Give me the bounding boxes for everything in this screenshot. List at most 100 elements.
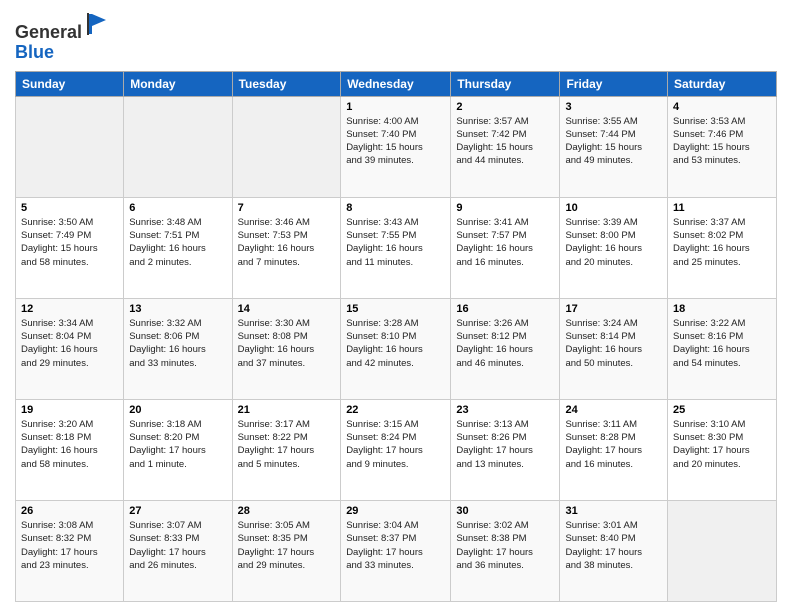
calendar-cell: 16Sunrise: 3:26 AMSunset: 8:12 PMDayligh…	[451, 298, 560, 399]
calendar-cell: 27 Sunrise: 3:07 AMSunset: 8:33 PMDayligh…	[124, 500, 232, 601]
day-info: Sunrise: 3:37 AMSunset: 8:02 PMDaylight:…	[673, 216, 771, 269]
day-number: 28	[238, 505, 336, 517]
day-number: 14	[238, 303, 336, 315]
day-number: 12	[21, 303, 118, 315]
calendar-cell: 21 Sunrise: 3:17 AMSunset: 8:22 PMDayligh…	[232, 399, 341, 500]
calendar-week-row: 26 Sunrise: 3:08 AMSunset: 8:32 PMDayligh…	[16, 500, 777, 601]
day-number: 13	[129, 303, 226, 315]
calendar-week-row: 5 Sunrise: 3:50 AMSunset: 7:49 PMDaylight…	[16, 197, 777, 298]
day-info: Sunrise: 3:48 AMSunset: 7:51 PMDaylight:…	[129, 216, 226, 269]
calendar-week-row: 12 Sunrise: 3:34 AMSunset: 8:04 PMDayligh…	[16, 298, 777, 399]
calendar-cell	[16, 96, 124, 197]
calendar-header-wednesday: Wednesday	[341, 71, 451, 96]
day-info: Sunrise: 4:00 AMSunset: 7:40 PMDaylight:…	[346, 115, 445, 168]
day-info: Sunrise: 3:07 AMSunset: 8:33 PMDaylight:…	[129, 519, 226, 572]
logo-blue-text: Blue	[15, 42, 54, 62]
day-info: Sunrise: 3:11 AMSunset: 8:28 PMDaylight:…	[565, 418, 662, 471]
day-info: Sunrise: 3:41 AMSunset: 7:57 PMDaylight:…	[456, 216, 554, 269]
day-info: Sunrise: 3:43 AMSunset: 7:55 PMDaylight:…	[346, 216, 445, 269]
calendar-cell: 5 Sunrise: 3:50 AMSunset: 7:49 PMDaylight…	[16, 197, 124, 298]
calendar-header-monday: Monday	[124, 71, 232, 96]
day-info: Sunrise: 3:01 AMSunset: 8:40 PMDaylight:…	[565, 519, 662, 572]
calendar-header-friday: Friday	[560, 71, 668, 96]
calendar-cell: 3 Sunrise: 3:55 AMSunset: 7:44 PMDaylight…	[560, 96, 668, 197]
day-info: Sunrise: 3:15 AMSunset: 8:24 PMDaylight:…	[346, 418, 445, 471]
day-info: Sunrise: 3:28 AMSunset: 8:10 PMDaylight:…	[346, 317, 445, 370]
day-info: Sunrise: 3:32 AMSunset: 8:06 PMDaylight:…	[129, 317, 226, 370]
day-number: 31	[565, 505, 662, 517]
day-info: Sunrise: 3:17 AMSunset: 8:22 PMDaylight:…	[238, 418, 336, 471]
day-number: 29	[346, 505, 445, 517]
logo: General Blue	[15, 10, 112, 63]
day-info: Sunrise: 3:18 AMSunset: 8:20 PMDaylight:…	[129, 418, 226, 471]
day-info: Sunrise: 3:24 AMSunset: 8:14 PMDaylight:…	[565, 317, 662, 370]
day-info: Sunrise: 3:08 AMSunset: 8:32 PMDaylight:…	[21, 519, 118, 572]
day-number: 26	[21, 505, 118, 517]
day-number: 7	[238, 202, 336, 214]
logo-flag-icon	[84, 10, 112, 38]
day-number: 25	[673, 404, 771, 416]
day-info: Sunrise: 3:50 AMSunset: 7:49 PMDaylight:…	[21, 216, 118, 269]
day-number: 18	[673, 303, 771, 315]
day-number: 9	[456, 202, 554, 214]
calendar-week-row: 1 Sunrise: 4:00 AMSunset: 7:40 PMDaylight…	[16, 96, 777, 197]
day-number: 5	[21, 202, 118, 214]
day-number: 10	[565, 202, 662, 214]
day-number: 1	[346, 101, 445, 113]
day-info: Sunrise: 3:57 AMSunset: 7:42 PMDaylight:…	[456, 115, 554, 168]
day-number: 4	[673, 101, 771, 113]
day-info: Sunrise: 3:13 AMSunset: 8:26 PMDaylight:…	[456, 418, 554, 471]
calendar-cell: 30 Sunrise: 3:02 AMSunset: 8:38 PMDayligh…	[451, 500, 560, 601]
calendar-cell: 1 Sunrise: 4:00 AMSunset: 7:40 PMDaylight…	[341, 96, 451, 197]
calendar-cell: 17Sunrise: 3:24 AMSunset: 8:14 PMDayligh…	[560, 298, 668, 399]
calendar-cell: 8 Sunrise: 3:43 AMSunset: 7:55 PMDaylight…	[341, 197, 451, 298]
calendar-cell	[668, 500, 777, 601]
day-number: 8	[346, 202, 445, 214]
day-number: 27	[129, 505, 226, 517]
calendar-cell: 6 Sunrise: 3:48 AMSunset: 7:51 PMDaylight…	[124, 197, 232, 298]
day-info: Sunrise: 3:10 AMSunset: 8:30 PMDaylight:…	[673, 418, 771, 471]
calendar-cell: 9 Sunrise: 3:41 AMSunset: 7:57 PMDaylight…	[451, 197, 560, 298]
calendar-week-row: 19Sunrise: 3:20 AMSunset: 8:18 PMDayligh…	[16, 399, 777, 500]
calendar-cell	[232, 96, 341, 197]
calendar-header-row: SundayMondayTuesdayWednesdayThursdayFrid…	[16, 71, 777, 96]
day-number: 23	[456, 404, 554, 416]
day-info: Sunrise: 3:39 AMSunset: 8:00 PMDaylight:…	[565, 216, 662, 269]
calendar-cell: 10 Sunrise: 3:39 AMSunset: 8:00 PMDayligh…	[560, 197, 668, 298]
day-info: Sunrise: 3:34 AMSunset: 8:04 PMDaylight:…	[21, 317, 118, 370]
calendar-cell: 29 Sunrise: 3:04 AMSunset: 8:37 PMDayligh…	[341, 500, 451, 601]
day-info: Sunrise: 3:22 AMSunset: 8:16 PMDaylight:…	[673, 317, 771, 370]
header: General Blue	[15, 10, 777, 63]
day-number: 21	[238, 404, 336, 416]
day-number: 30	[456, 505, 554, 517]
calendar-header-saturday: Saturday	[668, 71, 777, 96]
day-info: Sunrise: 3:05 AMSunset: 8:35 PMDaylight:…	[238, 519, 336, 572]
day-info: Sunrise: 3:04 AMSunset: 8:37 PMDaylight:…	[346, 519, 445, 572]
calendar-cell: 2 Sunrise: 3:57 AMSunset: 7:42 PMDaylight…	[451, 96, 560, 197]
logo-general-text: General	[15, 22, 82, 42]
calendar-header-tuesday: Tuesday	[232, 71, 341, 96]
calendar-cell: 18 Sunrise: 3:22 AMSunset: 8:16 PMDayligh…	[668, 298, 777, 399]
calendar-cell: 11 Sunrise: 3:37 AMSunset: 8:02 PMDayligh…	[668, 197, 777, 298]
calendar-cell: 13 Sunrise: 3:32 AMSunset: 8:06 PMDayligh…	[124, 298, 232, 399]
page: General Blue SundayMondayTuesdayWednesda…	[0, 0, 792, 612]
day-number: 6	[129, 202, 226, 214]
day-number: 19	[21, 404, 118, 416]
day-number: 20	[129, 404, 226, 416]
day-info: Sunrise: 3:46 AMSunset: 7:53 PMDaylight:…	[238, 216, 336, 269]
day-info: Sunrise: 3:30 AMSunset: 8:08 PMDaylight:…	[238, 317, 336, 370]
calendar-cell: 20 Sunrise: 3:18 AMSunset: 8:20 PMDayligh…	[124, 399, 232, 500]
day-number: 15	[346, 303, 445, 315]
calendar-cell: 4 Sunrise: 3:53 AMSunset: 7:46 PMDaylight…	[668, 96, 777, 197]
day-number: 2	[456, 101, 554, 113]
day-info: Sunrise: 3:55 AMSunset: 7:44 PMDaylight:…	[565, 115, 662, 168]
day-info: Sunrise: 3:02 AMSunset: 8:38 PMDaylight:…	[456, 519, 554, 572]
day-number: 11	[673, 202, 771, 214]
calendar-cell: 23 Sunrise: 3:13 AMSunset: 8:26 PMDayligh…	[451, 399, 560, 500]
calendar-cell: 14 Sunrise: 3:30 AMSunset: 8:08 PMDayligh…	[232, 298, 341, 399]
calendar-cell: 31 Sunrise: 3:01 AMSunset: 8:40 PMDayligh…	[560, 500, 668, 601]
day-number: 3	[565, 101, 662, 113]
calendar-cell	[124, 96, 232, 197]
calendar-cell: 28 Sunrise: 3:05 AMSunset: 8:35 PMDayligh…	[232, 500, 341, 601]
day-info: Sunrise: 3:53 AMSunset: 7:46 PMDaylight:…	[673, 115, 771, 168]
